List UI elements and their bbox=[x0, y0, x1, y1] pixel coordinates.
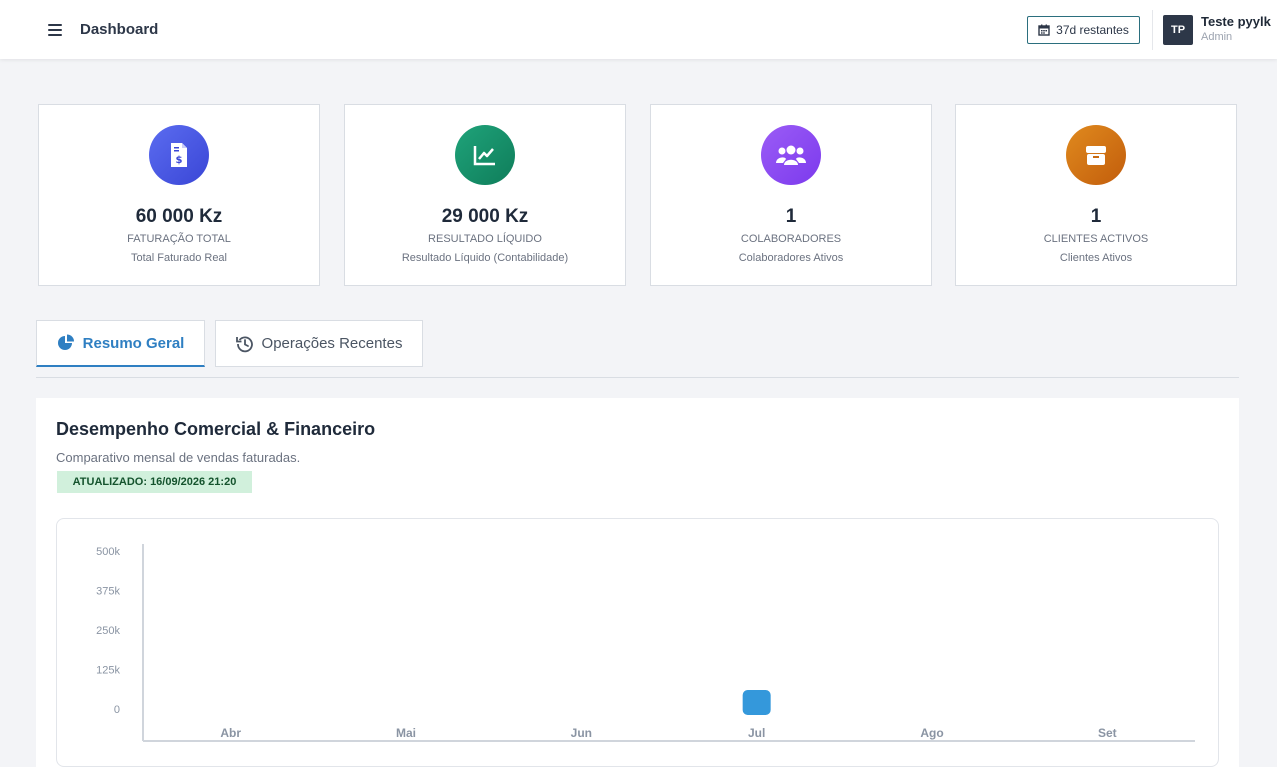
y-tick-label: 375k bbox=[96, 586, 120, 598]
subscription-days-badge[interactable]: 37d restantes bbox=[1027, 16, 1140, 44]
divider bbox=[1152, 10, 1153, 50]
history-icon bbox=[235, 335, 253, 352]
page-title: Dashboard bbox=[80, 21, 159, 38]
panel-subtitle: Comparativo mensal de vendas faturadas. bbox=[56, 450, 301, 465]
y-tick-label: 250k bbox=[96, 625, 120, 637]
x-tick-label: Jun bbox=[571, 726, 592, 740]
sales-chart-svg: 0 125k 250k 375k 500k Abr Mai Jun Jul Ago Set bbox=[96, 544, 1195, 742]
x-tick-label: Jul bbox=[748, 726, 765, 740]
stat-card-clientes: 1 CLIENTES ACTIVOS Clientes Ativos bbox=[955, 104, 1237, 286]
updated-badge: ATUALIZADO: 16/09/2026 21:20 bbox=[57, 471, 252, 493]
box-icon bbox=[1086, 146, 1106, 165]
user-role: Admin bbox=[1201, 31, 1233, 43]
card-label: CLIENTES ACTIVOS bbox=[1043, 233, 1149, 245]
invoice-dollar-icon: $ bbox=[171, 143, 187, 167]
card-value: 1 bbox=[785, 206, 797, 227]
card-value: 1 bbox=[1090, 206, 1102, 227]
pie-chart-icon bbox=[57, 334, 74, 350]
stat-card-colaboradores: 1 COLABORADORES Colaboradores Ativos bbox=[650, 104, 932, 286]
menu-icon[interactable] bbox=[45, 19, 65, 41]
tab-operacoes-recentes[interactable]: Operações Recentes bbox=[215, 320, 423, 367]
tab-label: Resumo Geral bbox=[82, 334, 185, 352]
x-tick-label: Ago bbox=[920, 726, 943, 740]
y-tick-label: 500k bbox=[96, 546, 120, 558]
top-bar: Dashboard 37d restantes TP Teste pyylk A… bbox=[0, 0, 1277, 59]
card-icon-circle bbox=[1066, 125, 1126, 185]
avatar[interactable]: TP bbox=[1163, 15, 1193, 45]
calendar-icon bbox=[1038, 24, 1050, 36]
stat-card-resultado: 29 000 Kz RESULTADO LÍQUIDO Resultado Lí… bbox=[344, 104, 626, 286]
tabs-divider bbox=[36, 377, 1239, 378]
card-sublabel: Clientes Ativos bbox=[1059, 252, 1133, 264]
user-name[interactable]: Teste pyylk bbox=[1201, 14, 1271, 29]
panel-title: Desempenho Comercial & Financeiro bbox=[56, 419, 376, 439]
card-sublabel: Resultado Líquido (Contabilidade) bbox=[401, 252, 569, 264]
x-tick-label: Mai bbox=[396, 726, 416, 740]
card-label: FATURAÇÃO TOTAL bbox=[127, 233, 231, 245]
performance-panel: Desempenho Comercial & Financeiro Compar… bbox=[36, 398, 1239, 767]
card-sublabel: Total Faturado Real bbox=[131, 252, 227, 264]
card-sublabel: Colaboradores Ativos bbox=[738, 252, 844, 264]
y-tick-label: 0 bbox=[114, 704, 120, 716]
users-icon bbox=[776, 145, 806, 165]
svg-text:$: $ bbox=[176, 155, 183, 166]
days-remaining-label: 37d restantes bbox=[1056, 23, 1129, 37]
chart-bar[interactable] bbox=[742, 690, 771, 715]
card-icon-circle: $ bbox=[149, 125, 209, 185]
tab-label: Operações Recentes bbox=[261, 335, 403, 352]
card-icon-circle bbox=[455, 125, 515, 185]
x-tick-label: Set bbox=[1098, 726, 1117, 740]
card-icon-circle bbox=[761, 125, 821, 185]
card-label: RESULTADO LÍQUIDO bbox=[428, 233, 542, 245]
card-value: 60 000 Kz bbox=[135, 206, 223, 227]
tab-resumo-geral[interactable]: Resumo Geral bbox=[36, 320, 205, 367]
card-value: 29 000 Kz bbox=[441, 206, 529, 227]
sales-chart: 0 125k 250k 375k 500k Abr Mai Jun Jul Ago Set bbox=[56, 518, 1219, 767]
y-tick-label: 125k bbox=[96, 665, 120, 677]
x-tick-label: Abr bbox=[220, 726, 241, 740]
stat-card-faturacao: $ 60 000 Kz FATURAÇÃO TOTAL Total Fatura… bbox=[38, 104, 320, 286]
card-label: COLABORADORES bbox=[740, 233, 842, 245]
chart-line-icon bbox=[473, 146, 495, 166]
